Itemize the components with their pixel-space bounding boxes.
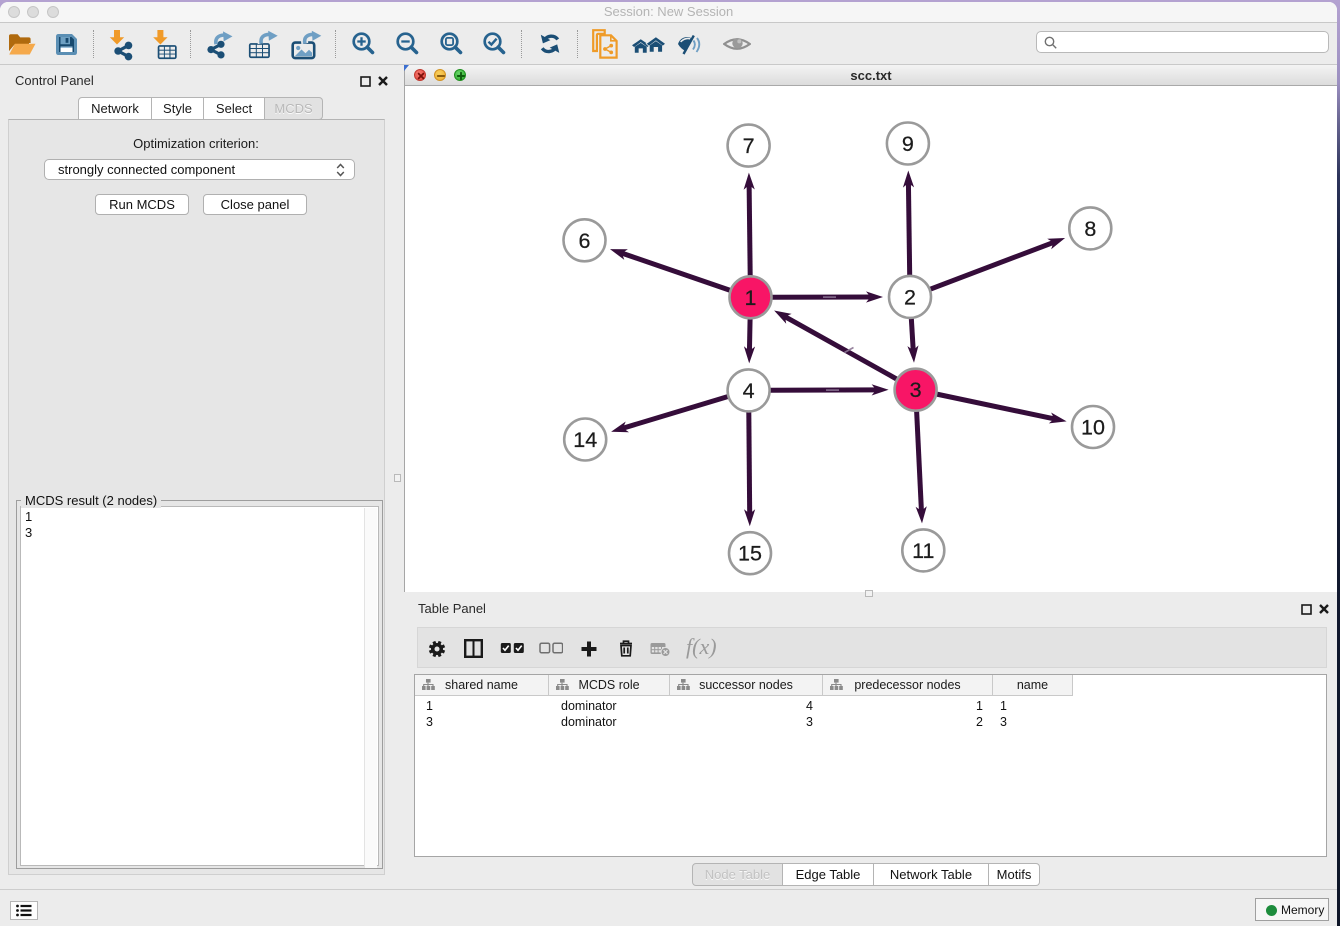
svg-text:11: 11 [912,539,934,563]
svg-text:15: 15 [738,542,762,566]
svg-text:10: 10 [1081,416,1105,440]
svg-text:8: 8 [1084,217,1096,241]
svg-text:2: 2 [904,285,916,309]
svg-text:1: 1 [745,286,757,310]
svg-text:9: 9 [902,132,914,156]
svg-text:4: 4 [743,379,755,403]
svg-text:6: 6 [579,229,591,253]
svg-text:7: 7 [743,134,755,158]
svg-text:3: 3 [910,378,922,402]
svg-text:14: 14 [573,428,597,452]
